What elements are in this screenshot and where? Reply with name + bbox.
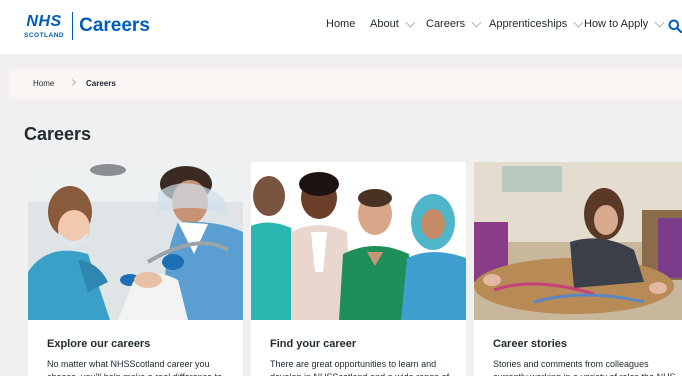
card-title: Find your career <box>270 338 357 350</box>
chevron-down-icon <box>654 17 665 27</box>
nav-label: Careers <box>426 18 466 30</box>
logo-site-name: Careers <box>79 15 150 36</box>
nav-label: Apprenticeships <box>489 18 568 30</box>
breadcrumb-current: Careers <box>86 79 116 88</box>
nav-item-apprenticeships[interactable]: Apprenticeships <box>489 17 584 30</box>
dentist-photo <box>28 162 243 320</box>
logo-divider <box>72 12 74 40</box>
chevron-right-icon <box>68 78 77 87</box>
career-stories-photo <box>474 162 682 320</box>
nav-item-home[interactable]: Home <box>326 18 355 30</box>
nhs-logo-mark: NHS SCOTLAND <box>24 12 65 39</box>
nav-label: Home <box>326 18 356 30</box>
nav-item-how-to-apply[interactable]: How to Apply <box>584 17 665 30</box>
card-title: Explore our careers <box>47 338 151 350</box>
card-title: Career stories <box>493 338 567 350</box>
logo-scotland-text: SCOTLAND <box>24 31 65 39</box>
breadcrumb: Home Careers <box>9 69 682 99</box>
nav-item-about[interactable]: About <box>370 17 416 30</box>
nav-label: How to Apply <box>584 18 649 30</box>
breadcrumb-home-link[interactable]: Home <box>33 79 54 88</box>
chevron-down-icon <box>471 17 482 27</box>
site-header: NHS SCOTLAND Careers Home About Careers … <box>0 0 682 54</box>
nhs-scotland-logo[interactable]: NHS SCOTLAND Careers <box>24 12 150 40</box>
card-text: Stories and comments from colleagues cur… <box>493 359 676 376</box>
card-find-career[interactable]: Find your career There are great opportu… <box>251 162 466 376</box>
nav-label: About <box>370 18 399 30</box>
chevron-down-icon <box>405 17 416 27</box>
page-title: Careers <box>24 124 92 144</box>
card-career-stories[interactable]: Career stories Stories and comments from… <box>474 162 682 376</box>
card-text: There are great opportunities to learn a… <box>270 359 449 376</box>
nhs-staff-group-photo <box>251 162 466 320</box>
card-text: No matter what NHSScotland career you ch… <box>47 359 222 376</box>
card-explore-careers[interactable]: Explore our careers No matter what NHSSc… <box>28 162 243 376</box>
chevron-down-icon <box>573 17 584 27</box>
logo-nhs-text: NHS <box>26 12 62 30</box>
nav-item-careers[interactable]: Careers <box>426 17 482 30</box>
search-icon[interactable] <box>668 19 682 33</box>
